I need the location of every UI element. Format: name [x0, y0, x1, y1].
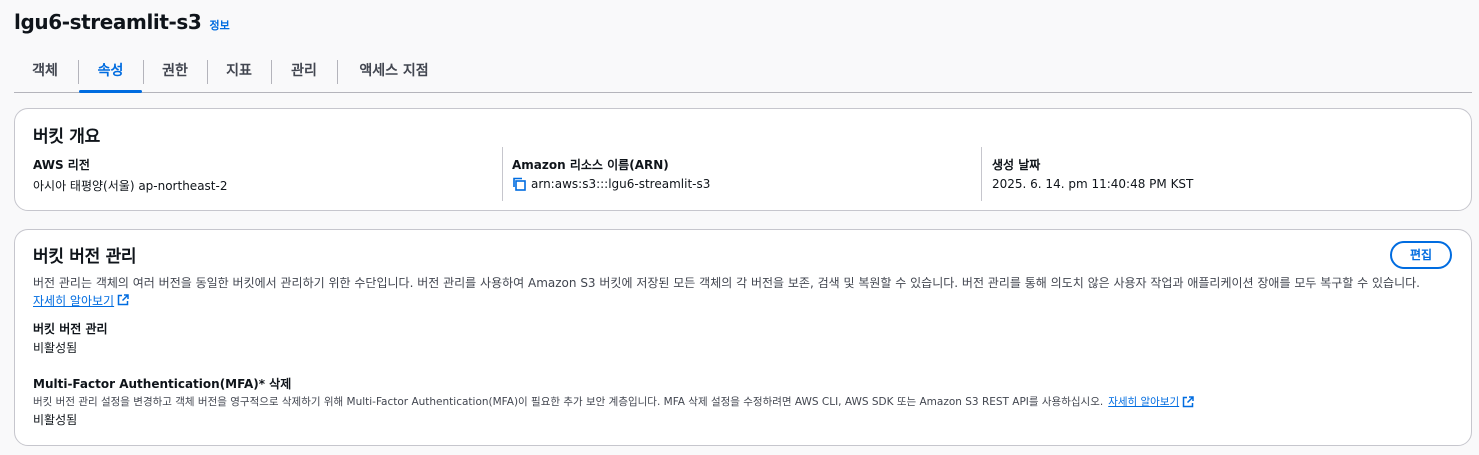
overview-title: 버킷 개요 [33, 127, 100, 147]
versioning-description: 버전 관리는 객체의 여러 버전을 동일한 버킷에서 관리하기 위한 수단입니다… [33, 274, 1458, 310]
tab-management[interactable]: 관리 [272, 52, 336, 92]
tab-permissions[interactable]: 권한 [144, 52, 206, 92]
arn-column: Amazon 리소스 이름(ARN) arn:aws:s3:::lgu6-str… [512, 147, 972, 203]
mfa-learn-more-link[interactable]: 자세히 알아보기 [1108, 394, 1179, 409]
tab-metrics[interactable]: 지표 [208, 52, 270, 92]
mfa-delete-value: 비활성됨 [33, 413, 78, 427]
column-divider [981, 147, 982, 201]
edit-button[interactable]: 편집 [1390, 241, 1452, 269]
tab-objects[interactable]: 객체 [14, 52, 76, 92]
region-label: AWS 리전 [33, 158, 90, 172]
mfa-delete-label: Multi-Factor Authentication(MFA)* 삭제 [33, 377, 292, 391]
page-header: lgu6-streamlit-s3 정보 [14, 10, 230, 34]
mfa-delete-description: 버킷 버전 관리 설정을 변경하고 객체 버전을 영구적으로 삭제하기 위해 M… [33, 394, 1194, 409]
tab-bar: 객체 속성 권한 지표 관리 액세스 지점 [14, 52, 1472, 93]
learn-more-link[interactable]: 자세히 알아보기 [33, 294, 114, 308]
tab-access-points[interactable]: 액세스 지점 [338, 52, 450, 92]
arn-row: arn:aws:s3:::lgu6-streamlit-s3 [512, 177, 972, 191]
page-title: lgu6-streamlit-s3 [14, 10, 202, 34]
versioning-status-label: 버킷 버전 관리 [33, 322, 108, 336]
column-divider [502, 147, 503, 201]
versioning-title: 버킷 버전 관리 [33, 247, 137, 267]
external-link-icon [1182, 395, 1194, 408]
arn-label: Amazon 리소스 이름(ARN) [512, 158, 669, 172]
bucket-versioning-card: 버킷 버전 관리 편집 버전 관리는 객체의 여러 버전을 동일한 버킷에서 관… [14, 229, 1472, 446]
created-label: 생성 날짜 [992, 158, 1041, 172]
s3-bucket-properties-page: lgu6-streamlit-s3 정보 객체 속성 권한 지표 관리 액세스 … [0, 0, 1479, 455]
tab-properties[interactable]: 속성 [79, 52, 142, 93]
arn-value: arn:aws:s3:::lgu6-streamlit-s3 [531, 177, 711, 191]
versioning-description-text: 버전 관리는 객체의 여러 버전을 동일한 버킷에서 관리하기 위한 수단입니다… [33, 276, 1420, 290]
created-value: 2025. 6. 14. pm 11:40:48 PM KST [992, 177, 1194, 191]
bucket-overview-card: 버킷 개요 AWS 리전 아시아 태평양(서울) ap-northeast-2 … [14, 108, 1472, 211]
copy-icon[interactable] [512, 177, 526, 191]
info-link[interactable]: 정보 [209, 17, 229, 33]
external-link-icon [117, 293, 129, 306]
created-column: 생성 날짜 2025. 6. 14. pm 11:40:48 PM KST [992, 147, 1452, 203]
region-value: 아시아 태평양(서울) ap-northeast-2 [33, 179, 228, 193]
versioning-status-value: 비활성됨 [33, 341, 78, 355]
region-column: AWS 리전 아시아 태평양(서울) ap-northeast-2 [33, 147, 493, 203]
mfa-description-text: 버킷 버전 관리 설정을 변경하고 객체 버전을 영구적으로 삭제하기 위해 M… [33, 396, 1104, 408]
